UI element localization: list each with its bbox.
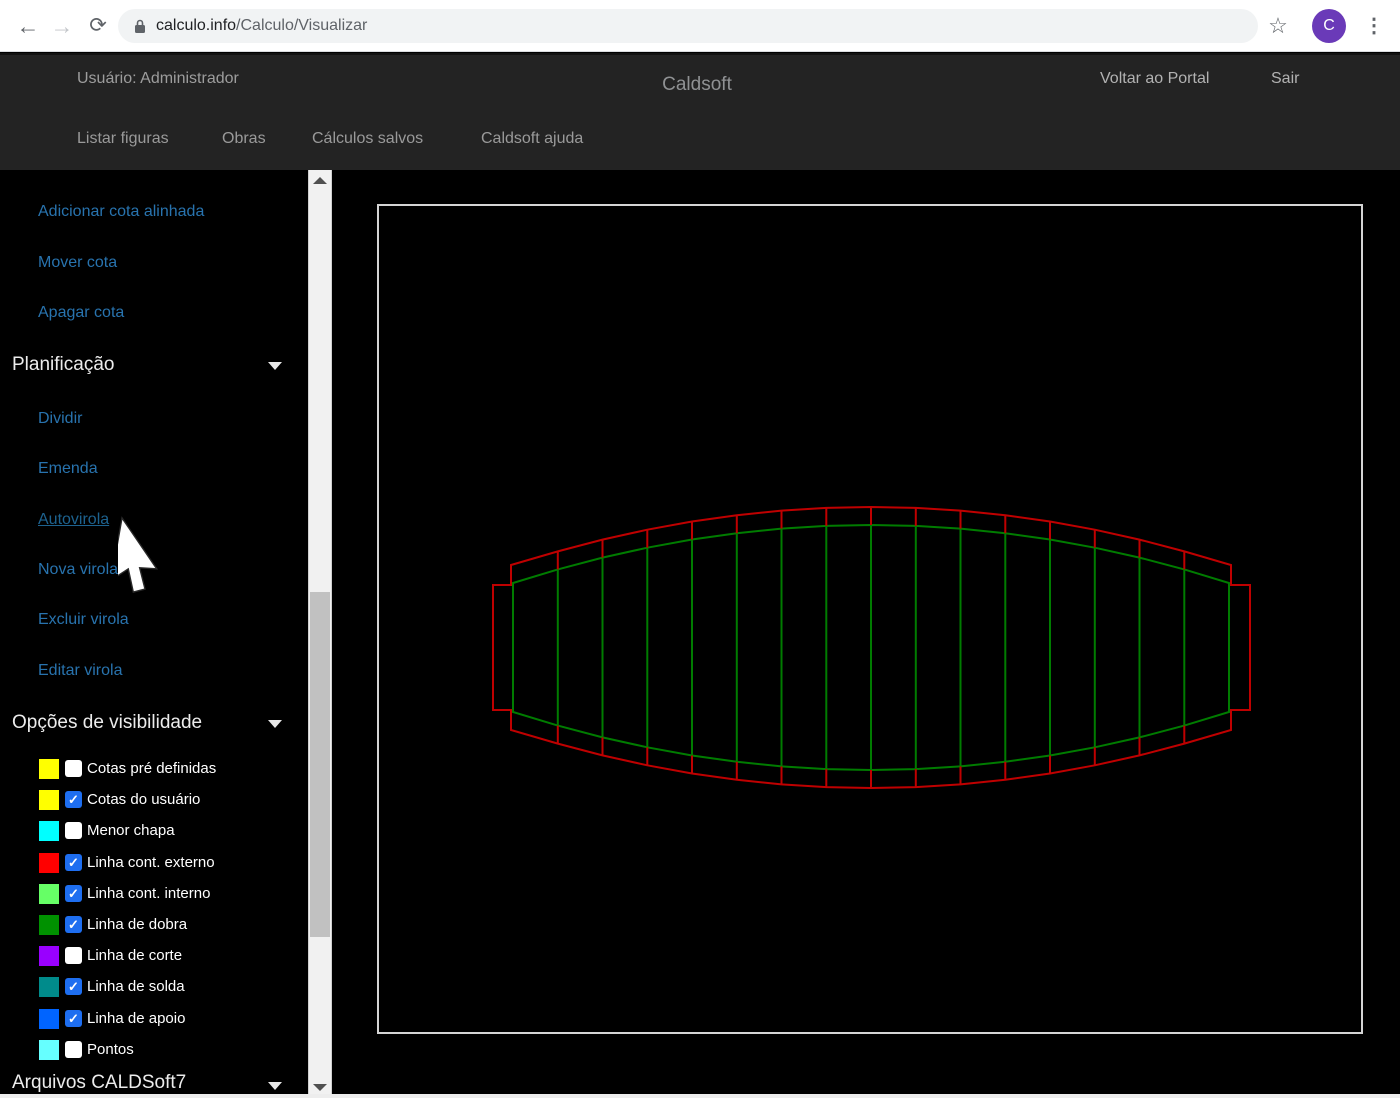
link-editar-virola[interactable]: Editar virola (38, 662, 122, 680)
browser-menu-icon[interactable]: ⋮ (1358, 10, 1390, 42)
visibility-row: ✓ Linha de apoio (39, 1009, 299, 1031)
drawing-canvas[interactable] (377, 204, 1363, 1034)
color-swatch (39, 884, 59, 904)
checkbox-label: Pontos (87, 1041, 134, 1058)
link-emenda[interactable]: Emenda (38, 460, 98, 478)
link-apagar-cota[interactable]: Apagar cota (38, 304, 124, 322)
brand-title: Caldsoft (662, 74, 732, 96)
checkbox-linha-de-corte[interactable] (65, 947, 82, 964)
checkbox-cotas-pre-definidas[interactable] (65, 760, 82, 777)
checkbox-linha-de-solda[interactable]: ✓ (65, 978, 82, 995)
url-text: calculo.info/Calculo/Visualizar (156, 17, 367, 35)
scrollbar-thumb[interactable] (310, 592, 330, 937)
scroll-up-arrow-icon[interactable] (309, 170, 331, 190)
checkbox-label: Cotas do usuário (87, 791, 200, 808)
color-swatch (39, 1009, 59, 1029)
portal-link[interactable]: Voltar ao Portal (1100, 70, 1209, 88)
browser-toolbar: ← → ⟳ calculo.info/Calculo/Visualizar ☆ … (0, 0, 1400, 52)
reload-icon[interactable]: ⟳ (82, 10, 114, 42)
nav-listar-figuras[interactable]: Listar figuras (77, 130, 169, 148)
app-header: Usuário: Administrador Caldsoft Voltar a… (0, 53, 1400, 170)
back-icon[interactable]: ← (12, 10, 44, 42)
chevron-down-icon[interactable] (268, 362, 282, 370)
profile-avatar[interactable]: C (1312, 9, 1346, 43)
visibility-row: ✓ Linha de solda (39, 977, 299, 999)
visibility-row: Menor chapa (39, 821, 299, 843)
nav-caldsoft-ajuda[interactable]: Caldsoft ajuda (481, 130, 583, 148)
visibility-row: Pontos (39, 1040, 299, 1062)
virola-development-drawing (379, 206, 1361, 1032)
checkbox-linha-de-dobra[interactable]: ✓ (65, 916, 82, 933)
link-excluir-virola[interactable]: Excluir virola (38, 611, 129, 629)
bookmark-star-icon[interactable]: ☆ (1262, 10, 1294, 42)
checkbox-label: Linha de solda (87, 978, 185, 995)
visibility-row: ✓ Linha cont. interno (39, 884, 299, 906)
visibility-row: Linha de corte (39, 946, 299, 968)
visibility-row: ✓ Cotas do usuário (39, 790, 299, 812)
horizontal-scrollbar[interactable] (0, 1094, 1400, 1098)
section-opcoes-visibilidade[interactable]: Opções de visibilidade (12, 712, 202, 734)
vertical-scrollbar[interactable] (308, 170, 332, 1098)
checkbox-label: Linha de apoio (87, 1010, 185, 1027)
visibility-row: ✓ Linha de dobra (39, 915, 299, 937)
checkbox-linha-cont-externo[interactable]: ✓ (65, 854, 82, 871)
chevron-down-icon[interactable] (268, 720, 282, 728)
visibility-row: Cotas pré definidas (39, 759, 299, 781)
checkbox-pontos[interactable] (65, 1041, 82, 1058)
color-swatch (39, 1040, 59, 1060)
sidebar: Adicionar cota alinhada Mover cota Apaga… (0, 170, 308, 1098)
lock-icon (134, 19, 146, 34)
nav-obras[interactable]: Obras (222, 130, 266, 148)
user-label: Usuário: Administrador (77, 70, 239, 88)
checkbox-linha-cont-interno[interactable]: ✓ (65, 885, 82, 902)
chevron-down-icon[interactable] (268, 1082, 282, 1090)
checkbox-label: Linha de dobra (87, 916, 187, 933)
checkbox-cotas-do-usuario[interactable]: ✓ (65, 791, 82, 808)
color-swatch (39, 853, 59, 873)
checkbox-label: Linha de corte (87, 947, 182, 964)
section-planificacao[interactable]: Planificação (12, 354, 114, 376)
address-bar[interactable]: calculo.info/Calculo/Visualizar (118, 9, 1258, 43)
forward-icon[interactable]: → (46, 10, 78, 42)
visibility-row: ✓ Linha cont. externo (39, 853, 299, 875)
color-swatch (39, 790, 59, 810)
link-mover-cota[interactable]: Mover cota (38, 254, 117, 272)
link-adicionar-cota-alinhada[interactable]: Adicionar cota alinhada (38, 203, 204, 221)
link-nova-virola[interactable]: Nova virola (38, 561, 118, 579)
color-swatch (39, 759, 59, 779)
color-swatch (39, 821, 59, 841)
section-arquivos-caldsoft7[interactable]: Arquivos CALDSoft7 (12, 1072, 186, 1094)
color-swatch (39, 915, 59, 935)
checkbox-label: Menor chapa (87, 822, 175, 839)
link-autovirola[interactable]: Autovirola (38, 511, 109, 529)
nav-calculos-salvos[interactable]: Cálculos salvos (312, 130, 423, 148)
checkbox-label: Linha cont. interno (87, 885, 210, 902)
logout-link[interactable]: Sair (1271, 70, 1299, 88)
checkbox-label: Linha cont. externo (87, 854, 215, 871)
checkbox-label: Cotas pré definidas (87, 760, 216, 777)
url-path: /Calculo/Visualizar (236, 17, 367, 34)
color-swatch (39, 977, 59, 997)
link-dividir[interactable]: Dividir (38, 410, 82, 428)
url-host: calculo.info (156, 17, 236, 34)
color-swatch (39, 946, 59, 966)
checkbox-menor-chapa[interactable] (65, 822, 82, 839)
checkbox-linha-de-apoio[interactable]: ✓ (65, 1010, 82, 1027)
